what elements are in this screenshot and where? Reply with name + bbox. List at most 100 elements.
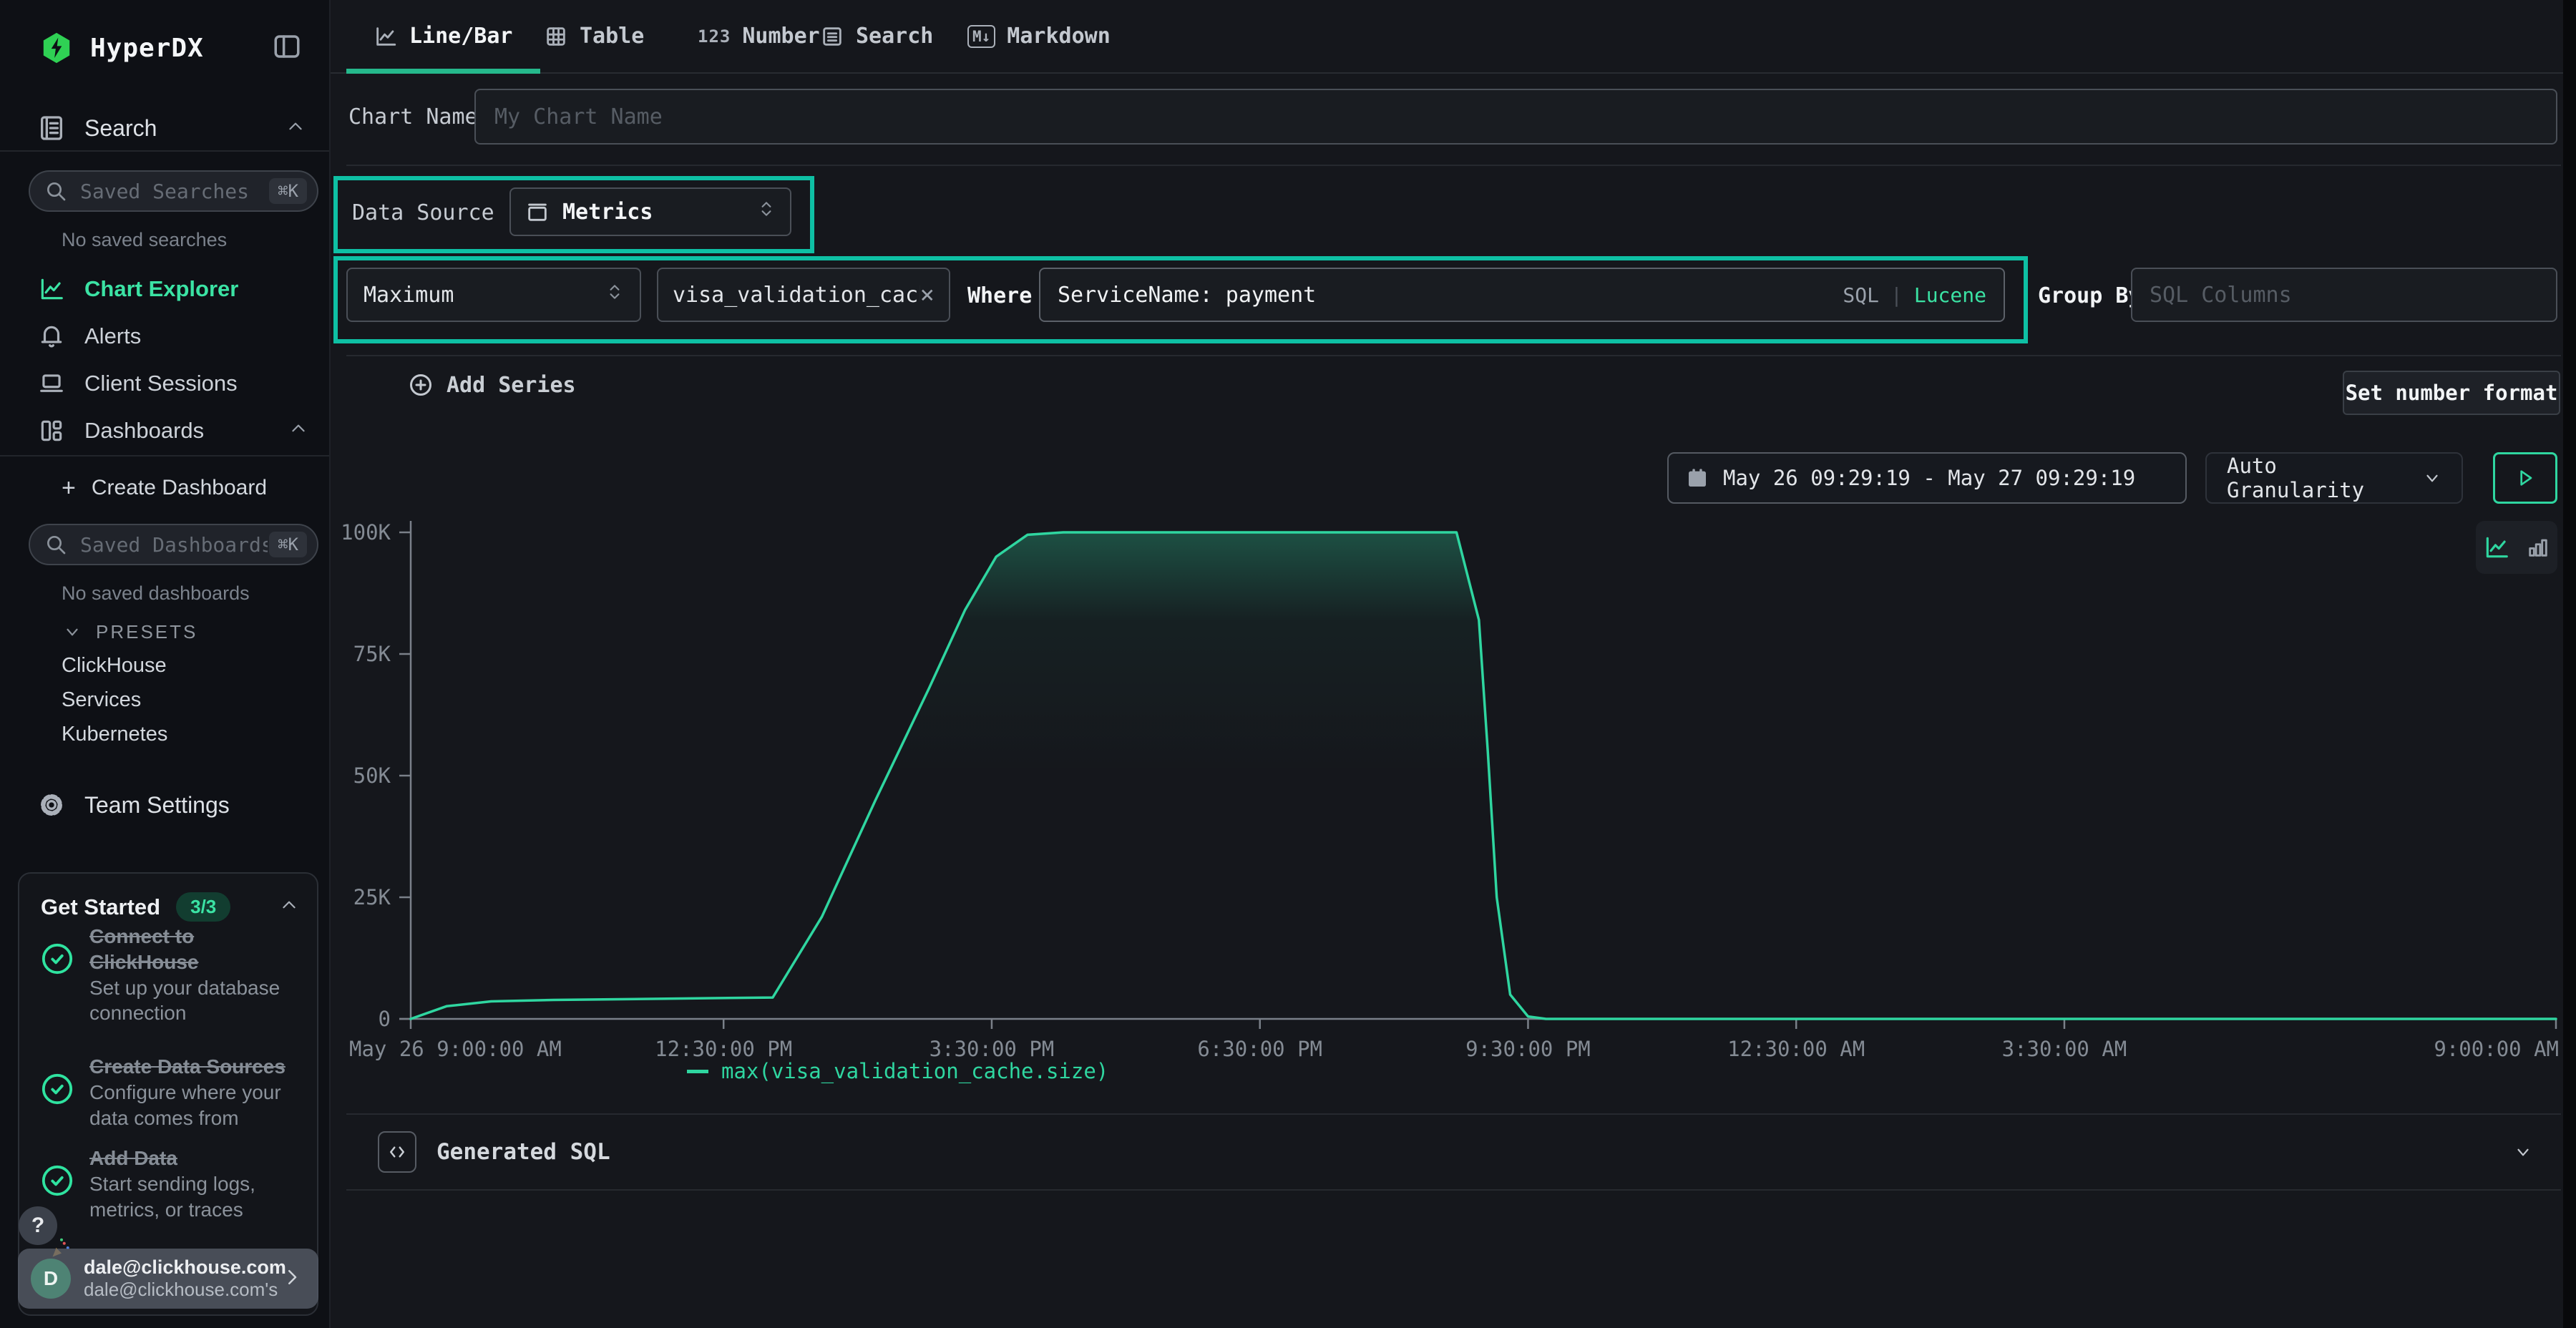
hyperdx-logo-icon bbox=[40, 31, 73, 64]
generated-sql-label: Generated SQL bbox=[436, 1139, 610, 1165]
presets-toggle[interactable]: PRESETS bbox=[0, 614, 329, 650]
get-started-item[interactable]: Connect to ClickHouseSet up your databas… bbox=[41, 924, 298, 1026]
set-number-format-button[interactable]: Set number format bbox=[2343, 371, 2560, 415]
svg-text:100K: 100K bbox=[341, 520, 391, 545]
svg-text:75K: 75K bbox=[353, 642, 391, 666]
saved-dashboards-input[interactable] bbox=[79, 532, 269, 557]
tab-table[interactable]: Table bbox=[544, 0, 644, 72]
chart-type-tabs: Line/Bar Table 123Number Search M↓Markdown bbox=[331, 0, 2563, 74]
close-icon[interactable]: × bbox=[920, 280, 935, 309]
group-by-input[interactable] bbox=[2150, 283, 2539, 308]
chart-legend: max(visa_validation_cache.size) bbox=[687, 1059, 1108, 1083]
run-query-button[interactable] bbox=[2493, 452, 2557, 504]
get-started-item-title: Create Data Sources bbox=[89, 1055, 286, 1078]
help-button[interactable]: ? bbox=[19, 1206, 57, 1245]
sidebar-item-team-settings[interactable]: Team Settings bbox=[0, 780, 329, 830]
svg-text:9:30:00 PM: 9:30:00 PM bbox=[1465, 1037, 1591, 1061]
scrollbar-track[interactable] bbox=[2563, 0, 2576, 1328]
tab-number[interactable]: 123Number bbox=[698, 0, 820, 72]
code-icon bbox=[378, 1131, 416, 1173]
group-by-field[interactable] bbox=[2131, 268, 2557, 322]
sidebar-section-search[interactable]: Search bbox=[0, 104, 329, 152]
saved-searches-shortcut: ⌘K bbox=[269, 178, 307, 204]
where-field[interactable]: ServiceName: payment SQL | Lucene bbox=[1039, 268, 2005, 322]
divider bbox=[346, 165, 2561, 166]
app-root: HyperDX Search ⌘K No saved searches Char… bbox=[0, 0, 2576, 1328]
data-source-value: Metrics bbox=[562, 200, 653, 225]
search-icon bbox=[44, 180, 67, 202]
chevron-updown-icon bbox=[605, 281, 624, 308]
user-email: dale@clickhouse.com bbox=[84, 1256, 281, 1279]
presets-list: ClickHouseServicesKubernetes bbox=[0, 648, 329, 751]
svg-text:25K: 25K bbox=[353, 885, 391, 909]
granularity-select[interactable]: Auto Granularity bbox=[2205, 452, 2463, 504]
sidebar-item-client-sessions[interactable]: Client Sessions bbox=[0, 360, 329, 407]
markdown-icon: M↓ bbox=[967, 25, 995, 48]
chart-name-input[interactable] bbox=[494, 104, 2537, 130]
saved-searches-input[interactable] bbox=[79, 179, 269, 204]
no-saved-searches-note: No saved searches bbox=[62, 229, 227, 251]
list-icon bbox=[820, 24, 844, 49]
user-menu[interactable]: D dale@clickhouse.com dale@clickhouse.co… bbox=[18, 1249, 318, 1309]
sidebar-item-alerts[interactable]: Alerts bbox=[0, 313, 329, 360]
get-started-item[interactable]: Add DataStart sending logs, metrics, or … bbox=[41, 1146, 298, 1222]
sql-toggle[interactable]: SQL bbox=[1843, 283, 1879, 307]
generated-sql-toggle[interactable]: Generated SQL bbox=[346, 1113, 2561, 1191]
plus-circle-icon bbox=[408, 372, 434, 398]
date-range-picker[interactable]: May 26 09:29:19 - May 27 09:29:19 bbox=[1667, 452, 2187, 504]
chart-line-icon bbox=[37, 275, 66, 303]
chevron-down-icon bbox=[63, 622, 82, 641]
avatar: D bbox=[31, 1259, 71, 1299]
saved-searches-search[interactable]: ⌘K bbox=[29, 170, 318, 212]
get-started-item-title: Add Data bbox=[89, 1147, 177, 1169]
sidebar-item-chart-explorer[interactable]: Chart Explorer bbox=[0, 265, 329, 313]
timeseries-chart[interactable]: 025K50K75K100KMay 26 9:00:00 AM12:30:00 … bbox=[331, 501, 2563, 1095]
chevron-updown-icon bbox=[757, 198, 776, 225]
tab-line-bar[interactable]: Line/Bar bbox=[374, 0, 513, 72]
chevron-up-icon bbox=[289, 418, 308, 444]
preset-services[interactable]: Services bbox=[0, 683, 329, 717]
metric-tag-text: visa_validation_cach bbox=[673, 283, 920, 308]
saved-dashboards-search[interactable]: ⌘K bbox=[29, 524, 318, 565]
sidebar-collapse-icon[interactable] bbox=[272, 31, 302, 65]
metric-tag[interactable]: visa_validation_cach × bbox=[657, 268, 950, 322]
plus-icon: + bbox=[62, 474, 76, 502]
tab-markdown[interactable]: M↓Markdown bbox=[967, 0, 1111, 72]
preset-clickhouse[interactable]: ClickHouse bbox=[0, 648, 329, 683]
chevron-down-icon bbox=[2423, 469, 2441, 487]
group-by-label: Group By bbox=[2038, 283, 2142, 308]
search-section-label: Search bbox=[84, 115, 157, 142]
presets-label: PRESETS bbox=[96, 621, 197, 643]
create-dashboard-button[interactable]: + Create Dashboard bbox=[0, 465, 329, 511]
get-started-badge: 3/3 bbox=[176, 892, 230, 922]
svg-text:12:30:00 PM: 12:30:00 PM bbox=[655, 1037, 792, 1061]
brand-title: HyperDX bbox=[90, 34, 204, 63]
table-icon bbox=[544, 24, 568, 49]
chart-name-field[interactable] bbox=[474, 89, 2557, 145]
tab-label: Line/Bar bbox=[409, 24, 513, 49]
data-source-select[interactable]: Metrics bbox=[509, 187, 791, 236]
chevron-up-icon[interactable] bbox=[280, 896, 298, 918]
aggregation-value: Maximum bbox=[364, 283, 454, 308]
calendar-icon bbox=[1686, 467, 1709, 489]
get-started-item-title: Connect to ClickHouse bbox=[89, 925, 199, 973]
add-series-button[interactable]: Add Series bbox=[408, 372, 576, 398]
sidebar-item-label: Client Sessions bbox=[84, 371, 238, 396]
legend-series-label: max(visa_validation_cache.size) bbox=[721, 1059, 1108, 1083]
data-source-label: Data Source bbox=[352, 200, 494, 225]
123-icon: 123 bbox=[698, 26, 731, 47]
tab-label: Search bbox=[856, 24, 933, 49]
lucene-toggle[interactable]: Lucene bbox=[1914, 283, 1986, 307]
sidebar: HyperDX Search ⌘K No saved searches Char… bbox=[0, 0, 331, 1328]
preset-kubernetes[interactable]: Kubernetes bbox=[0, 717, 329, 751]
where-label: Where bbox=[967, 283, 1032, 308]
set-number-format-label: Set number format bbox=[2346, 381, 2558, 405]
tab-search[interactable]: Search bbox=[820, 0, 933, 72]
sidebar-item-dashboards[interactable]: Dashboards bbox=[0, 407, 329, 454]
line-chart-icon bbox=[374, 24, 398, 49]
tab-label: Table bbox=[580, 24, 644, 49]
get-started-item[interactable]: Create Data SourcesConfigure where your … bbox=[41, 1054, 298, 1131]
sidebar-divider bbox=[0, 150, 329, 152]
aggregation-select[interactable]: Maximum bbox=[346, 268, 641, 322]
date-range-value: May 26 09:29:19 - May 27 09:29:19 bbox=[1723, 466, 2135, 490]
